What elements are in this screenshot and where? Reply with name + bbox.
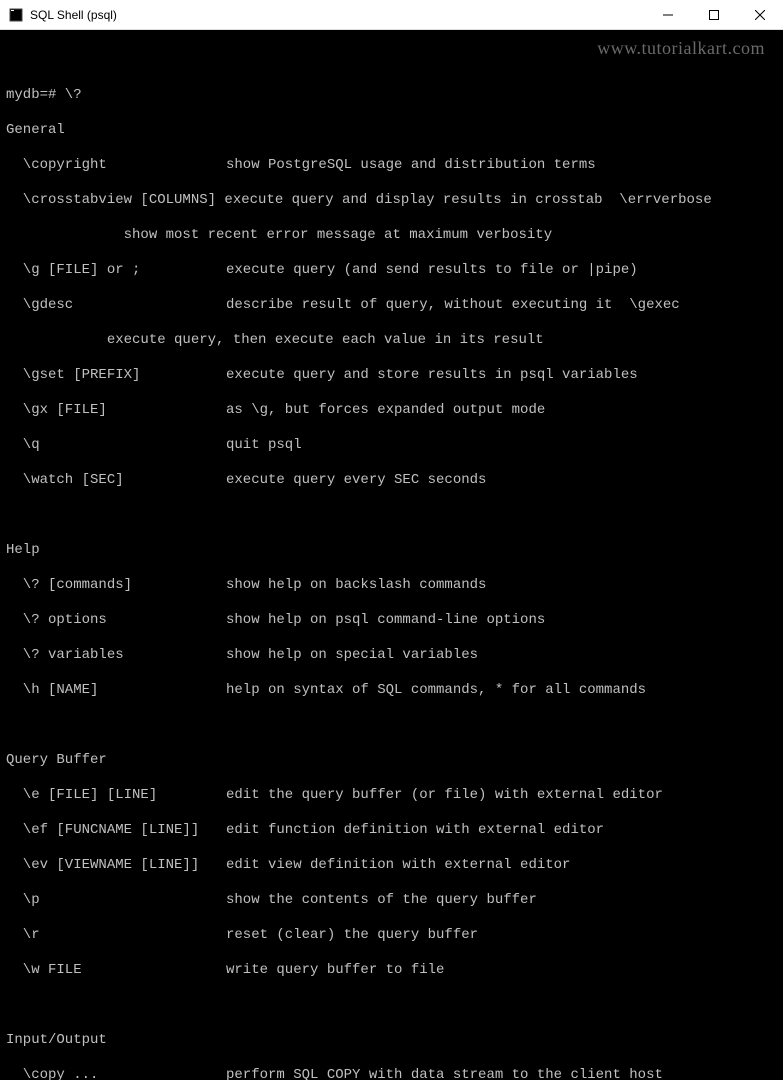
help-item-cont: show most recent error message at maximu… bbox=[6, 227, 777, 245]
help-item: \gx [FILE]as \g, but forces expanded out… bbox=[6, 402, 777, 420]
help-item: \ef [FUNCNAME [LINE]]edit function defin… bbox=[6, 822, 777, 840]
help-item: \rreset (clear) the query buffer bbox=[6, 927, 777, 945]
help-item: \crosstabview [COLUMNS] execute query an… bbox=[6, 192, 777, 210]
help-item: \? [commands]show help on backslash comm… bbox=[6, 577, 777, 595]
help-item-cont: execute query, then execute each value i… bbox=[6, 332, 777, 350]
app-icon bbox=[8, 7, 24, 23]
window-controls bbox=[645, 0, 783, 29]
close-button[interactable] bbox=[737, 0, 783, 29]
minimize-button[interactable] bbox=[645, 0, 691, 29]
help-item: \h [NAME]help on syntax of SQL commands,… bbox=[6, 682, 777, 700]
help-item: \ev [VIEWNAME [LINE]]edit view definitio… bbox=[6, 857, 777, 875]
help-item: \w FILEwrite query buffer to file bbox=[6, 962, 777, 980]
blank-line bbox=[6, 507, 777, 525]
help-item: \qquit psql bbox=[6, 437, 777, 455]
help-item: \gset [PREFIX]execute query and store re… bbox=[6, 367, 777, 385]
help-item: \pshow the contents of the query buffer bbox=[6, 892, 777, 910]
maximize-button[interactable] bbox=[691, 0, 737, 29]
help-item: \copy ...perform SQL COPY with data stre… bbox=[6, 1067, 777, 1080]
help-item: \? variablesshow help on special variabl… bbox=[6, 647, 777, 665]
blank-line bbox=[6, 52, 777, 70]
section-heading-help: Help bbox=[6, 542, 777, 560]
blank-line bbox=[6, 997, 777, 1015]
section-heading-general: General bbox=[6, 122, 777, 140]
blank-line bbox=[6, 717, 777, 735]
help-item: \gdescdescribe result of query, without … bbox=[6, 297, 777, 315]
prompt-line: mydb=# \? bbox=[6, 87, 777, 105]
section-heading-inputoutput: Input/Output bbox=[6, 1032, 777, 1050]
help-item: \? optionsshow help on psql command-line… bbox=[6, 612, 777, 630]
terminal-output[interactable]: mydb=# \? General \copyrightshow Postgre… bbox=[0, 30, 783, 1080]
section-heading-querybuffer: Query Buffer bbox=[6, 752, 777, 770]
help-item: \e [FILE] [LINE]edit the query buffer (o… bbox=[6, 787, 777, 805]
window-titlebar: SQL Shell (psql) bbox=[0, 0, 783, 30]
help-item: \watch [SEC]execute query every SEC seco… bbox=[6, 472, 777, 490]
help-item: \copyrightshow PostgreSQL usage and dist… bbox=[6, 157, 777, 175]
help-item: \g [FILE] or ;execute query (and send re… bbox=[6, 262, 777, 280]
window-title: SQL Shell (psql) bbox=[30, 8, 645, 22]
